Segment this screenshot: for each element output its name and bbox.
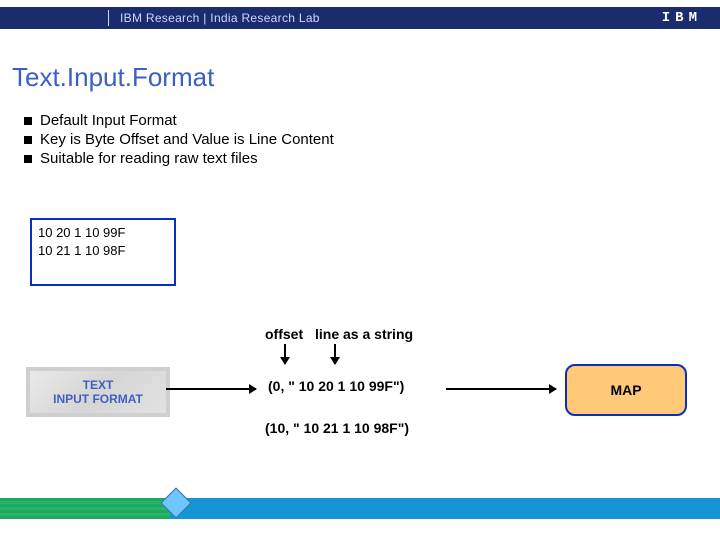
bullet-icon: [24, 136, 32, 144]
header-text: IBM Research | India Research Lab: [120, 11, 320, 25]
bullet-icon: [24, 117, 32, 125]
tuple-labels: offset line as a string: [265, 326, 413, 342]
raw-file-box: 10 20 1 10 99F 10 21 1 10 98F: [30, 218, 176, 286]
bullet-text: Key is Byte Offset and Value is Line Con…: [40, 131, 334, 148]
map-box: MAP: [565, 364, 687, 416]
raw-line-2: 10 21 1 10 98F: [38, 243, 125, 258]
arrow-right-icon: [166, 388, 256, 390]
slide-title: Text.Input.Format: [12, 62, 214, 93]
tif-label: TEXT INPUT FORMAT: [53, 378, 143, 406]
bullet-text: Default Input Format: [40, 112, 177, 129]
bullet-text: Suitable for reading raw text files: [40, 150, 258, 167]
label-offset: offset: [265, 326, 303, 342]
ibm-logo: IBM: [662, 10, 702, 26]
bullet-item: Default Input Format: [24, 112, 334, 129]
raw-line-1: 10 20 1 10 99F: [38, 225, 125, 240]
header-divider: [108, 10, 109, 26]
bullet-icon: [24, 155, 32, 163]
bullet-item: Suitable for reading raw text files: [24, 150, 334, 167]
label-line: line as a string: [315, 326, 413, 342]
arrow-down-icon: [334, 344, 336, 364]
arrow-right-icon: [446, 388, 556, 390]
arrow-down-icon: [284, 344, 286, 364]
bullet-list: Default Input Format Key is Byte Offset …: [24, 112, 334, 169]
tuple-2: (10, " 10 21 1 10 98F"): [265, 420, 409, 436]
tuple-1: (0, " 10 20 1 10 99F"): [268, 378, 404, 394]
footer-texture: [0, 498, 170, 519]
text-input-format-box: TEXT INPUT FORMAT: [26, 367, 170, 417]
map-label: MAP: [610, 382, 641, 398]
bullet-item: Key is Byte Offset and Value is Line Con…: [24, 131, 334, 148]
header-bar: IBM Research | India Research Lab IBM: [0, 7, 720, 29]
